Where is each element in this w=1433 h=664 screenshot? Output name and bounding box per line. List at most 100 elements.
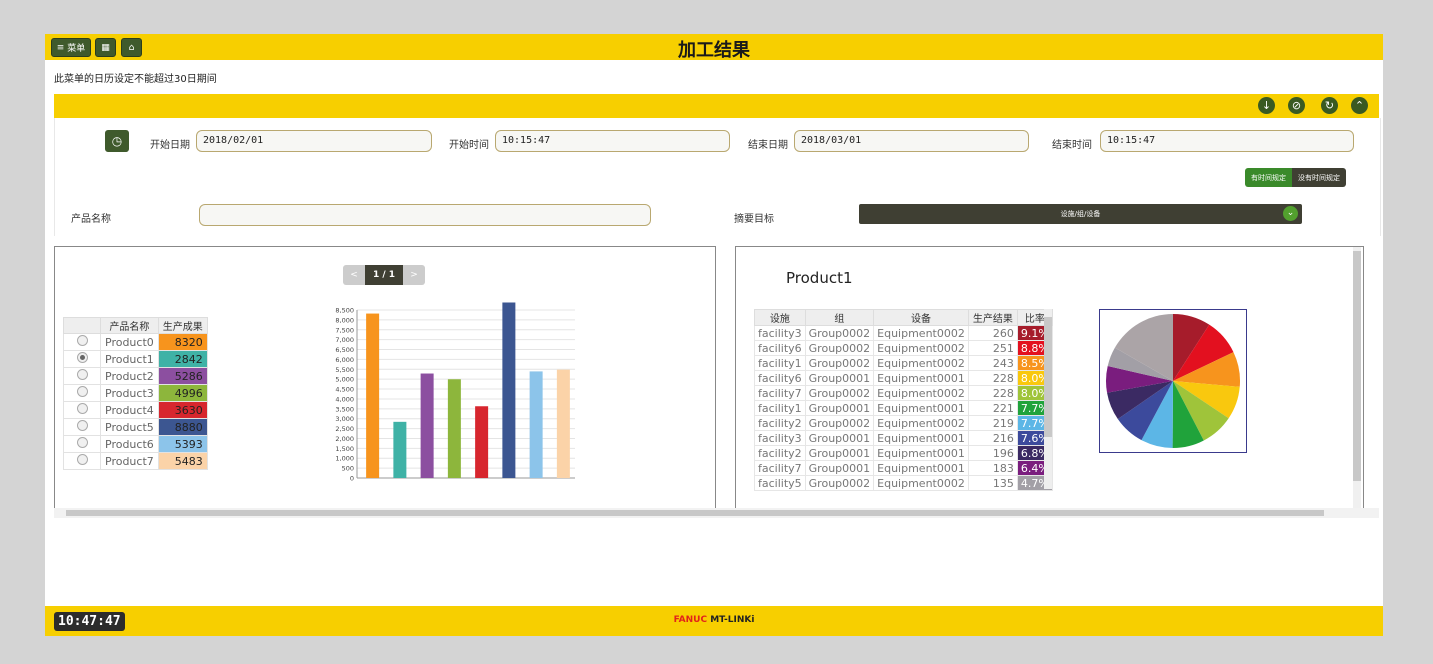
table-row[interactable]: Product4 3630 [63,401,208,419]
panel-vertical-scrollbar[interactable] [1353,247,1361,513]
reset-icon: ⊘ [1291,99,1302,112]
row-radio-cell[interactable] [63,435,101,453]
collapse-button[interactable]: ⌃ [1351,97,1368,114]
row-radio[interactable] [76,437,88,448]
table-scrollbar[interactable] [1044,309,1052,489]
y-tick-label: 8,500 [335,307,354,315]
bar-product4[interactable] [475,406,489,478]
panel-vertical-thumb[interactable] [1353,251,1361,481]
start-time-field[interactable]: 10:15:47 [495,130,730,152]
bar-product3[interactable] [447,379,461,478]
table-row[interactable]: Product7 5483 [63,452,208,470]
product-name-cell: Product0 [100,333,159,351]
group-cell: Group0001 [804,400,875,416]
row-radio-cell[interactable] [63,350,101,368]
table-row[interactable]: facility2 Group0001 Equipment0001 196 6.8% [754,445,1053,461]
pager-prev[interactable]: < [343,265,365,285]
facility-cell: facility5 [754,475,806,491]
row-radio[interactable] [76,386,88,397]
row-radio[interactable] [76,454,88,465]
production-value-cell: 8880 [157,418,208,436]
row-radio[interactable] [76,403,88,414]
brand-mtlink: MT-LINKi [707,615,755,625]
column-header: 生产结果 [967,309,1018,326]
end-date-field[interactable]: 2018/03/01 [794,130,1029,152]
y-tick-label: 2,000 [335,435,354,443]
title-bar: ≡ 菜单 ▦ ⌂ 加工结果 [45,34,1383,61]
equipment-cell: Equipment0001 [873,445,969,461]
row-radio-cell[interactable] [63,384,101,402]
equipment-cell: Equipment0001 [873,370,969,386]
facility-cell: facility1 [754,400,806,416]
table-row[interactable]: facility2 Group0002 Equipment0002 219 7.7% [754,415,1053,431]
time-mode-off-button[interactable]: 没有时间规定 [1292,168,1346,187]
table-row[interactable]: facility6 Group0002 Equipment0002 251 8.8% [754,340,1053,356]
table-row[interactable]: facility7 Group0002 Equipment0002 228 8.0% [754,385,1053,401]
table-row[interactable]: Product2 5286 [63,367,208,385]
table-scroll-thumb[interactable] [1044,317,1052,437]
horizontal-scroll-thumb[interactable] [66,510,1324,516]
row-radio-cell[interactable] [63,418,101,436]
pager: < 1 / 1 > [343,265,425,285]
table-row[interactable]: Product6 5393 [63,435,208,453]
facility-cell: facility3 [754,430,806,446]
column-header: 生产成果 [157,317,208,334]
reset-button[interactable]: ⊘ [1288,97,1305,114]
bar-product5[interactable] [502,302,516,478]
column-header: 设备 [873,309,969,326]
result-cell: 243 [967,355,1018,371]
clock-button[interactable]: ◷ [105,130,129,152]
product-name-field[interactable] [199,204,651,226]
y-tick-label: 4,000 [335,395,354,403]
table-row[interactable]: facility3 Group0001 Equipment0001 216 7.6% [754,430,1053,446]
product-panel: < 1 / 1 > 产品名称 生产成果 Product0 8320 Product1… [54,246,716,512]
detail-title: Product1 [786,269,853,287]
y-tick-label: 1,000 [335,455,354,463]
product-name-cell: Product2 [100,367,159,385]
column-header: 组 [804,309,875,326]
refresh-button[interactable]: ↻ [1321,97,1338,114]
pager-next[interactable]: > [403,265,425,285]
download-button[interactable]: ↓ [1258,97,1275,114]
bar-product0[interactable] [366,313,380,478]
end-time-field[interactable]: 10:15:47 [1100,130,1354,152]
row-radio[interactable] [76,369,88,380]
y-tick-label: 5,000 [335,376,354,384]
product-name-cell: Product4 [100,401,159,419]
horizontal-scrollbar[interactable] [54,508,1379,518]
table-row[interactable]: facility6 Group0001 Equipment0001 228 8.0% [754,370,1053,386]
table-row[interactable]: Product0 8320 [63,333,208,351]
table-row[interactable]: facility7 Group0001 Equipment0001 183 6.4% [754,460,1053,476]
start-date-field[interactable]: 2018/02/01 [196,130,432,152]
y-tick-label: 6,500 [335,346,354,354]
summary-select[interactable]: 设施/组/设备 ⌄ [859,204,1302,224]
row-radio-cell[interactable] [63,333,101,351]
equipment-cell: Equipment0002 [873,325,969,341]
time-mode-on-button[interactable]: 有时间规定 [1245,168,1292,187]
table-row[interactable]: Product5 8880 [63,418,208,436]
result-cell: 135 [967,475,1018,491]
row-radio[interactable] [76,420,88,431]
row-radio-cell[interactable] [63,401,101,419]
row-radio-cell[interactable] [63,367,101,385]
table-row[interactable]: facility3 Group0002 Equipment0002 260 9.1% [754,325,1053,341]
bar-product7[interactable] [556,369,570,478]
bar-product1[interactable] [393,421,407,478]
row-radio-cell[interactable] [63,452,101,470]
page-title: 加工结果 [678,40,750,61]
table-row[interactable]: Product1 2842 [63,350,208,368]
product-name-cell: Product7 [100,452,159,470]
table-row[interactable]: facility1 Group0001 Equipment0001 221 7.7% [754,400,1053,416]
product-name-cell: Product1 [100,350,159,368]
table-row[interactable]: facility1 Group0002 Equipment0002 243 8.5% [754,355,1053,371]
table-row[interactable]: facility5 Group0002 Equipment0002 135 4.7% [754,475,1053,491]
table-row[interactable]: Product3 4996 [63,384,208,402]
result-cell: 228 [967,385,1018,401]
bar-product2[interactable] [420,373,434,478]
bar-product6[interactable] [529,371,543,478]
y-tick-label: 6,000 [335,356,354,364]
clock-icon: ◷ [111,134,123,148]
row-radio[interactable] [76,352,88,363]
row-radio[interactable] [76,335,88,346]
action-toolbar: ↓ ⊘ ↻ ⌃ [54,94,1379,118]
